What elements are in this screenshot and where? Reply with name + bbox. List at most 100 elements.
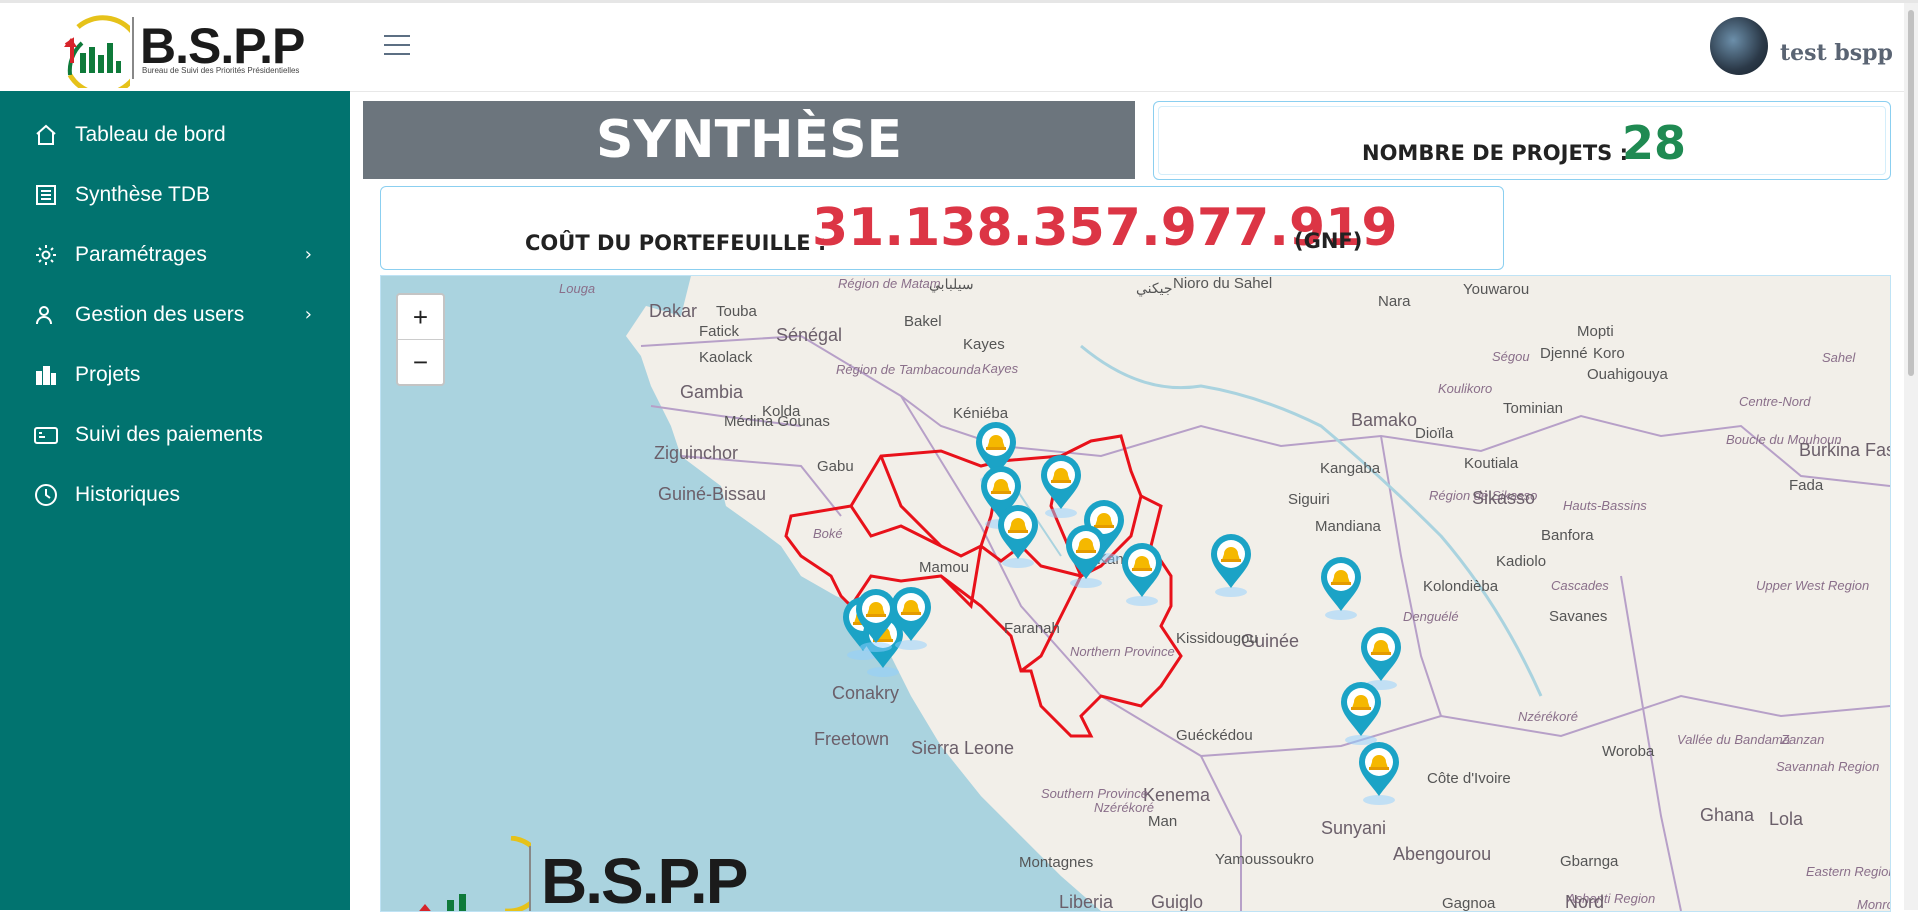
map-place-label: Freetown <box>814 729 889 749</box>
payment-icon <box>33 422 59 448</box>
watermark-logo-icon <box>419 836 531 911</box>
map-place-label: Sunyani <box>1321 818 1386 838</box>
map-place-label: Mamou <box>919 559 969 576</box>
map-place-label: Sierra Leone <box>911 738 1014 758</box>
buildings-icon <box>33 362 59 388</box>
map-place-label: Côte d'Ivoire <box>1427 770 1511 787</box>
map-place-label: Médina Gounas <box>724 413 830 430</box>
map-place-label: Ghana <box>1700 805 1755 825</box>
sidebar-item-synthese-tdb[interactable]: Synthèse TDB <box>0 165 350 225</box>
map-place-label: Kayes <box>982 361 1019 376</box>
page-title: SYNTHÈSE <box>363 101 1135 179</box>
user-icon <box>33 302 59 328</box>
map-place-label: Guiglo <box>1151 892 1203 911</box>
map-place-label: Kéniéba <box>953 405 1009 422</box>
map-place-label: Burkina Faso <box>1799 440 1890 460</box>
map-place-label: Sikasso <box>1472 488 1535 508</box>
sidebar-item-label: Projets <box>75 363 141 386</box>
map-place-label: Louga <box>559 281 595 296</box>
map-place-label: Kissidougou <box>1176 630 1258 647</box>
document-list-icon <box>33 182 59 208</box>
map-place-label: Nara <box>1378 293 1411 310</box>
sidebar-item-historiques[interactable]: Historiques <box>0 465 350 525</box>
map-place-label: Nord <box>1565 892 1604 911</box>
map-place-label: Eastern Region <box>1806 864 1890 879</box>
map-place-label: Nzérékoré <box>1094 800 1154 815</box>
map-place-label: Abengourou <box>1393 844 1491 864</box>
portfolio-cost-label: COÛT DU PORTEFEUILLE : <box>525 231 827 255</box>
chevron-right-icon: › <box>304 304 312 325</box>
map-place-label: Man <box>1148 813 1177 830</box>
sidebar-item-label: Historiques <box>75 483 181 506</box>
map-place-label: Liberia <box>1059 892 1114 911</box>
avatar[interactable] <box>1710 17 1768 75</box>
projects-count-label: NOMBRE DE PROJETS : <box>1362 141 1628 165</box>
map-place-label: Northern Province <box>1070 644 1175 659</box>
map-place-label: Nzérékoré <box>1518 709 1578 724</box>
map-place-label: Djenné <box>1540 345 1588 362</box>
map-place-label: Faranah <box>1004 620 1060 637</box>
map-place-label: Région de Tambacounda <box>836 362 981 377</box>
sidebar-item-tableau-de-bord[interactable]: Tableau de bord <box>0 105 350 165</box>
map-place-label: Bakel <box>904 313 942 330</box>
sidebar-item-label: Suivi des paiements <box>75 423 263 446</box>
sidebar-item-gestion-des-users[interactable]: Gestion des users › <box>0 285 350 345</box>
map-place-label: Koutiala <box>1464 455 1519 472</box>
sidebar-item-parametrages[interactable]: Paramétrages › <box>0 225 350 285</box>
map-place-label: Hauts-Bassins <box>1563 498 1647 513</box>
map-place-label: Touba <box>716 303 758 320</box>
scrollbar-thumb[interactable] <box>1908 10 1914 376</box>
map-place-label: Upper West Region <box>1756 578 1869 593</box>
map-place-label: Monrovia <box>1857 897 1890 911</box>
projects-count-value: 28 <box>1622 116 1687 170</box>
map-canvas[interactable]: Louga Dakar Touba Sénégal Fatick Kaolack Régio… <box>381 276 1890 911</box>
map-place-label: Siguiri <box>1288 491 1330 508</box>
map-place-label: Denguélé <box>1403 609 1459 624</box>
sidebar: Tableau de bord Synthèse TDB Paramétrage… <box>0 91 350 910</box>
map-zoom-control: + − <box>396 293 445 386</box>
logo-subtitle: Bureau de Suivi des Priorités Présidenti… <box>142 66 300 75</box>
map-place-label: Youwarou <box>1463 281 1529 298</box>
sidebar-item-projets[interactable]: Projets <box>0 345 350 405</box>
map-place-label: Guéckédou <box>1176 727 1253 744</box>
map-place-label: Bamako <box>1351 410 1417 430</box>
map-place-label: Nioro du Sahel <box>1173 276 1272 292</box>
map-place-label: Savannah Region <box>1776 759 1879 774</box>
map-place-label: Tominian <box>1503 400 1563 417</box>
map-place-label: Gbarnga <box>1560 853 1619 870</box>
map-place-label: Ziguinchor <box>654 443 738 463</box>
history-clock-icon <box>33 482 59 508</box>
sidebar-nav: Tableau de bord Synthèse TDB Paramétrage… <box>0 105 350 525</box>
hamburger-icon[interactable] <box>384 35 410 59</box>
map-place-label: Koulikoro <box>1438 381 1492 396</box>
user-name[interactable]: test bspp <box>1780 40 1893 66</box>
map-place-label: Kaolack <box>699 349 753 366</box>
sidebar-item-label: Gestion des users <box>75 303 245 326</box>
logo[interactable]: B.S.P.P Bureau de Suivi des Priorités Pr… <box>0 3 349 91</box>
zoom-in-button[interactable]: + <box>398 295 443 340</box>
map-place-label: Fada <box>1789 477 1824 494</box>
portfolio-cost-unit: (GNF) <box>1294 229 1363 253</box>
zoom-out-button[interactable]: − <box>398 340 443 384</box>
map-place-label: سيلبابي <box>929 276 974 292</box>
map-place-label: Montagnes <box>1019 854 1093 871</box>
map-place-label: Boké <box>813 526 843 541</box>
map-watermark-text: B.S.P.P <box>541 845 748 912</box>
sidebar-item-suivi-des-paiements[interactable]: Suivi des paiements <box>0 405 350 465</box>
map-place-label: Dioïla <box>1415 425 1454 442</box>
sidebar-item-label: Paramétrages <box>75 243 207 266</box>
map-place-label: Ségou <box>1492 349 1530 364</box>
map-place-label: Fatick <box>699 323 740 340</box>
map-place-label: Gabu <box>817 458 854 475</box>
map-view[interactable]: Louga Dakar Touba Sénégal Fatick Kaolack Régio… <box>380 275 1891 912</box>
map-place-label: Yamoussoukro <box>1215 851 1314 868</box>
home-icon <box>33 122 59 148</box>
map-place-label: Guiné-Bissau <box>658 484 766 504</box>
map-place-label: Savanes <box>1549 608 1607 625</box>
map-place-label: Ouahigouya <box>1587 366 1669 383</box>
map-place-label: Kayes <box>963 336 1005 353</box>
logo-mark-icon <box>64 15 130 88</box>
map-place-label: Cascades <box>1551 578 1609 593</box>
map-place-label: Lola <box>1769 809 1804 829</box>
gear-icon <box>33 242 59 268</box>
